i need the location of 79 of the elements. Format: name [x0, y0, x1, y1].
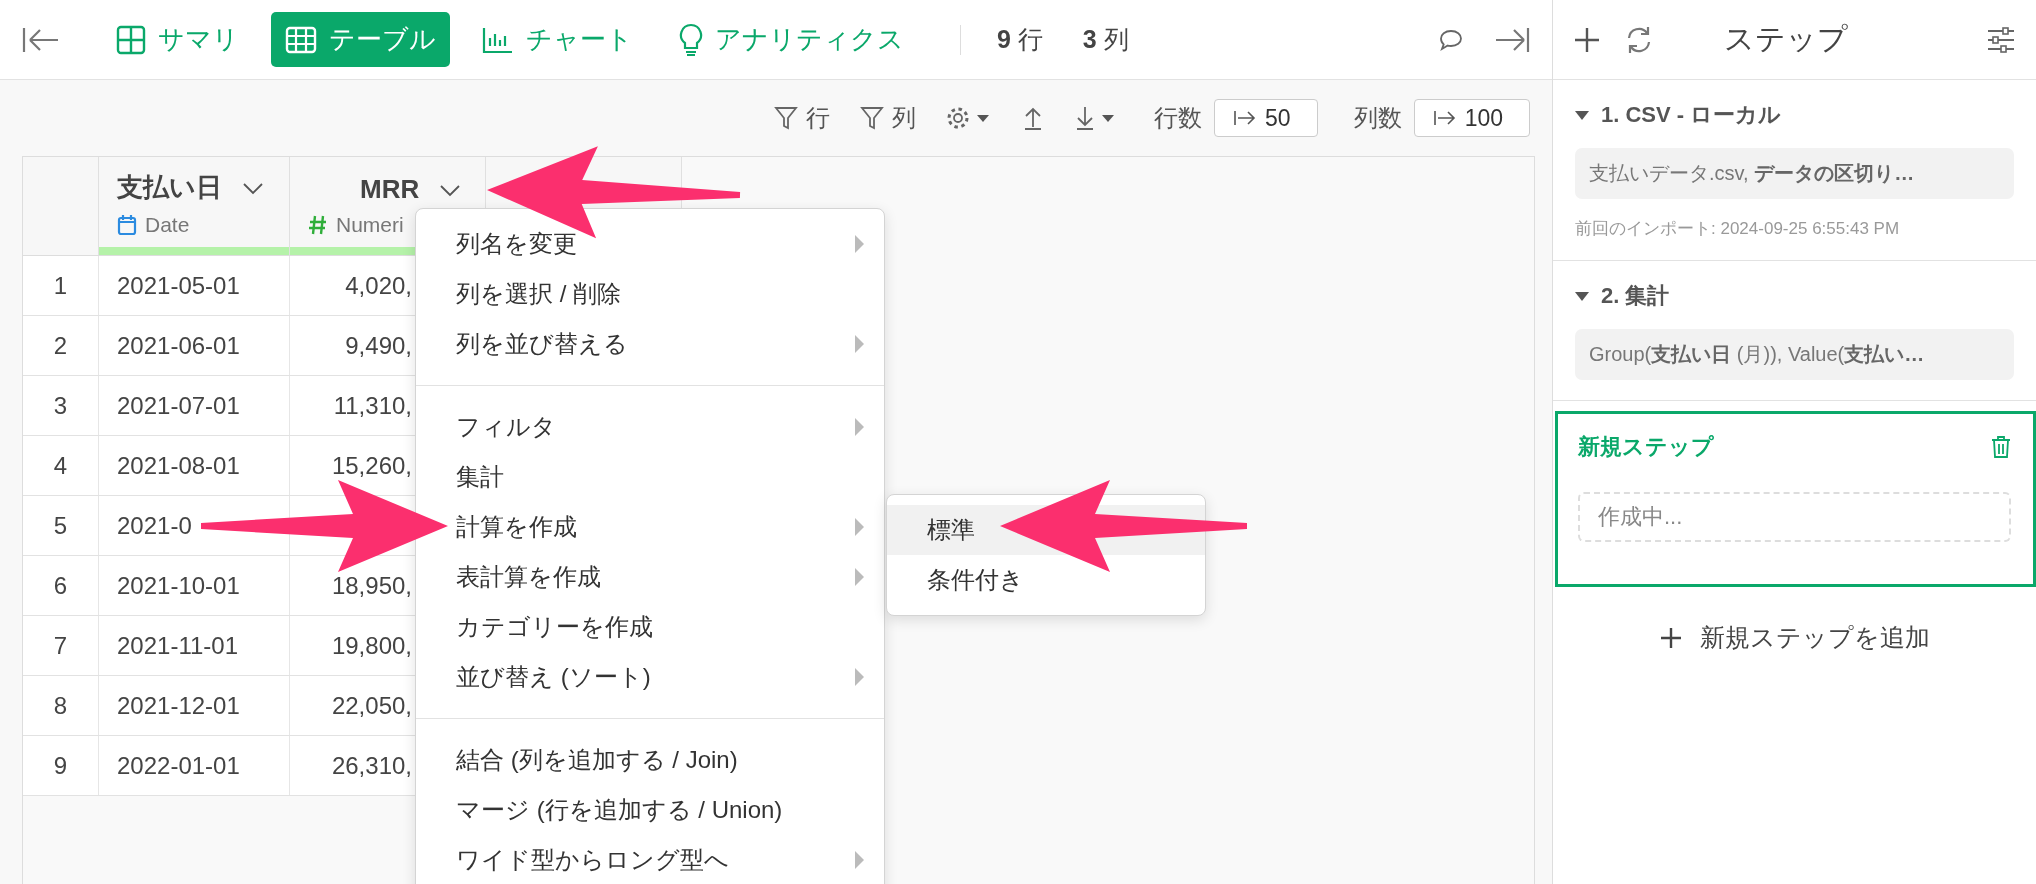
plus-icon[interactable] — [1573, 25, 1601, 54]
table-cell: 15,260, — [331, 451, 412, 479]
row-number: 2 — [53, 331, 68, 359]
table-cell: 2021-10-01 — [117, 571, 240, 599]
expand-triangle-icon[interactable] — [1575, 291, 1589, 301]
comment-icon[interactable] — [1438, 27, 1464, 52]
import-time-note: 前回のインポート: 2024-09-25 6:55:43 PM — [1575, 218, 1901, 240]
row-filter-button[interactable]: 行 — [774, 102, 831, 134]
table-cell: 19,800, — [331, 631, 412, 659]
menu-item[interactable]: 条件付き — [887, 555, 1205, 605]
table-cell: 2021-0 — [117, 511, 192, 539]
table-cell: 2021-11-01 — [117, 631, 238, 659]
menu-item[interactable]: 結合 (列を追加する / Join) — [456, 744, 738, 776]
arrow-to-line-icon — [1233, 108, 1258, 128]
trash-icon[interactable] — [1991, 435, 2011, 459]
column-header[interactable]: 支払い日 — [117, 170, 222, 205]
row-number: 1 — [53, 271, 68, 299]
filter-icon — [774, 105, 799, 131]
table-cell: 2021-05-01 — [117, 271, 240, 299]
table-cell: 11,310, — [333, 391, 412, 419]
menu-item[interactable]: カテゴリーを作成 — [456, 611, 653, 643]
column-header[interactable]: MRR — [360, 174, 420, 205]
table-cell: 18,950, — [331, 571, 412, 599]
calendar-icon — [117, 214, 137, 236]
row-number: 6 — [53, 571, 68, 599]
column-type-label: Date — [145, 213, 190, 237]
panel-title: ステップ — [1722, 21, 1849, 57]
count-label: 9 行 — [997, 24, 1043, 55]
step-title: 新規ステップ — [1578, 433, 1714, 461]
table-cell: 9,490, — [345, 331, 412, 359]
table-cell: 4,020, — [345, 271, 412, 299]
column-type-label: Numeri — [336, 213, 404, 237]
row-limit-label: 行数 — [1154, 103, 1203, 133]
menu-item[interactable]: フィルタ — [456, 411, 556, 443]
lightbulb-icon — [679, 22, 703, 57]
table-cell: 2021-06-01 — [117, 331, 240, 359]
menu-item[interactable]: 列を選択 / 削除 — [456, 278, 621, 310]
settings-sliders-icon[interactable] — [1986, 25, 2016, 54]
menu-item[interactable]: 表計算を作成 — [456, 561, 601, 593]
grid-icon — [116, 24, 146, 55]
row-number: 3 — [53, 391, 68, 419]
row-number: 4 — [53, 451, 68, 479]
count-label: 3 列 — [1082, 24, 1129, 55]
arrow-to-line-icon — [1432, 108, 1457, 128]
menu-item[interactable]: 列を並び替える — [456, 328, 628, 360]
expand-triangle-icon[interactable] — [1575, 110, 1589, 120]
table-cell: 2021-07-01 — [117, 391, 240, 419]
menu-item[interactable]: 並び替え (ソート) — [456, 661, 651, 693]
bar-chart-icon — [482, 25, 514, 54]
table-icon — [285, 25, 317, 54]
step-summary[interactable]: 支払いデータ.csv, データの区切り… — [1575, 148, 2014, 199]
column-filter-button[interactable]: 列 — [860, 102, 917, 134]
table-cell: 2021-12-01 — [117, 691, 240, 719]
menu-item[interactable]: 集計 — [456, 461, 504, 493]
table-cell: 22,050, — [331, 691, 412, 719]
table-cell: 2021-08-01 — [117, 451, 240, 479]
row-number: 5 — [53, 511, 68, 539]
row-number: 8 — [53, 691, 68, 719]
step-summary[interactable]: Group(支払い日 (月)), Value(支払い… — [1575, 329, 2014, 380]
chevron-down-icon[interactable] — [439, 182, 462, 197]
table-cell: 2022-01-01 — [117, 751, 240, 779]
column-limit-label: 列数 — [1353, 103, 1402, 133]
column-limit-field[interactable]: 100 — [1413, 99, 1530, 137]
row-limit-field[interactable]: 50 — [1214, 99, 1318, 137]
menu-item[interactable]: 計算を作成 — [456, 511, 577, 543]
menu-item[interactable]: ワイド型からロング型へ — [456, 844, 729, 876]
plus-icon — [1659, 626, 1682, 649]
hash-icon — [308, 214, 328, 236]
table-cell: 26,310, — [331, 751, 412, 779]
step-input-field[interactable]: 作成中... — [1578, 492, 2011, 542]
menu-item[interactable]: マージ (行を追加する / Union) — [456, 794, 783, 826]
menu-item[interactable]: 列名を変更 — [456, 228, 577, 260]
row-number: 9 — [53, 751, 68, 779]
step-title[interactable]: 1. CSV - ローカル — [1601, 100, 1782, 130]
step-title[interactable]: 2. 集計 — [1601, 281, 1670, 311]
filter-icon — [860, 105, 885, 131]
chevron-down-icon[interactable] — [242, 180, 264, 195]
add-step-button[interactable]: 新規ステップを追加 — [1647, 613, 1942, 662]
row-number: 7 — [53, 631, 68, 659]
